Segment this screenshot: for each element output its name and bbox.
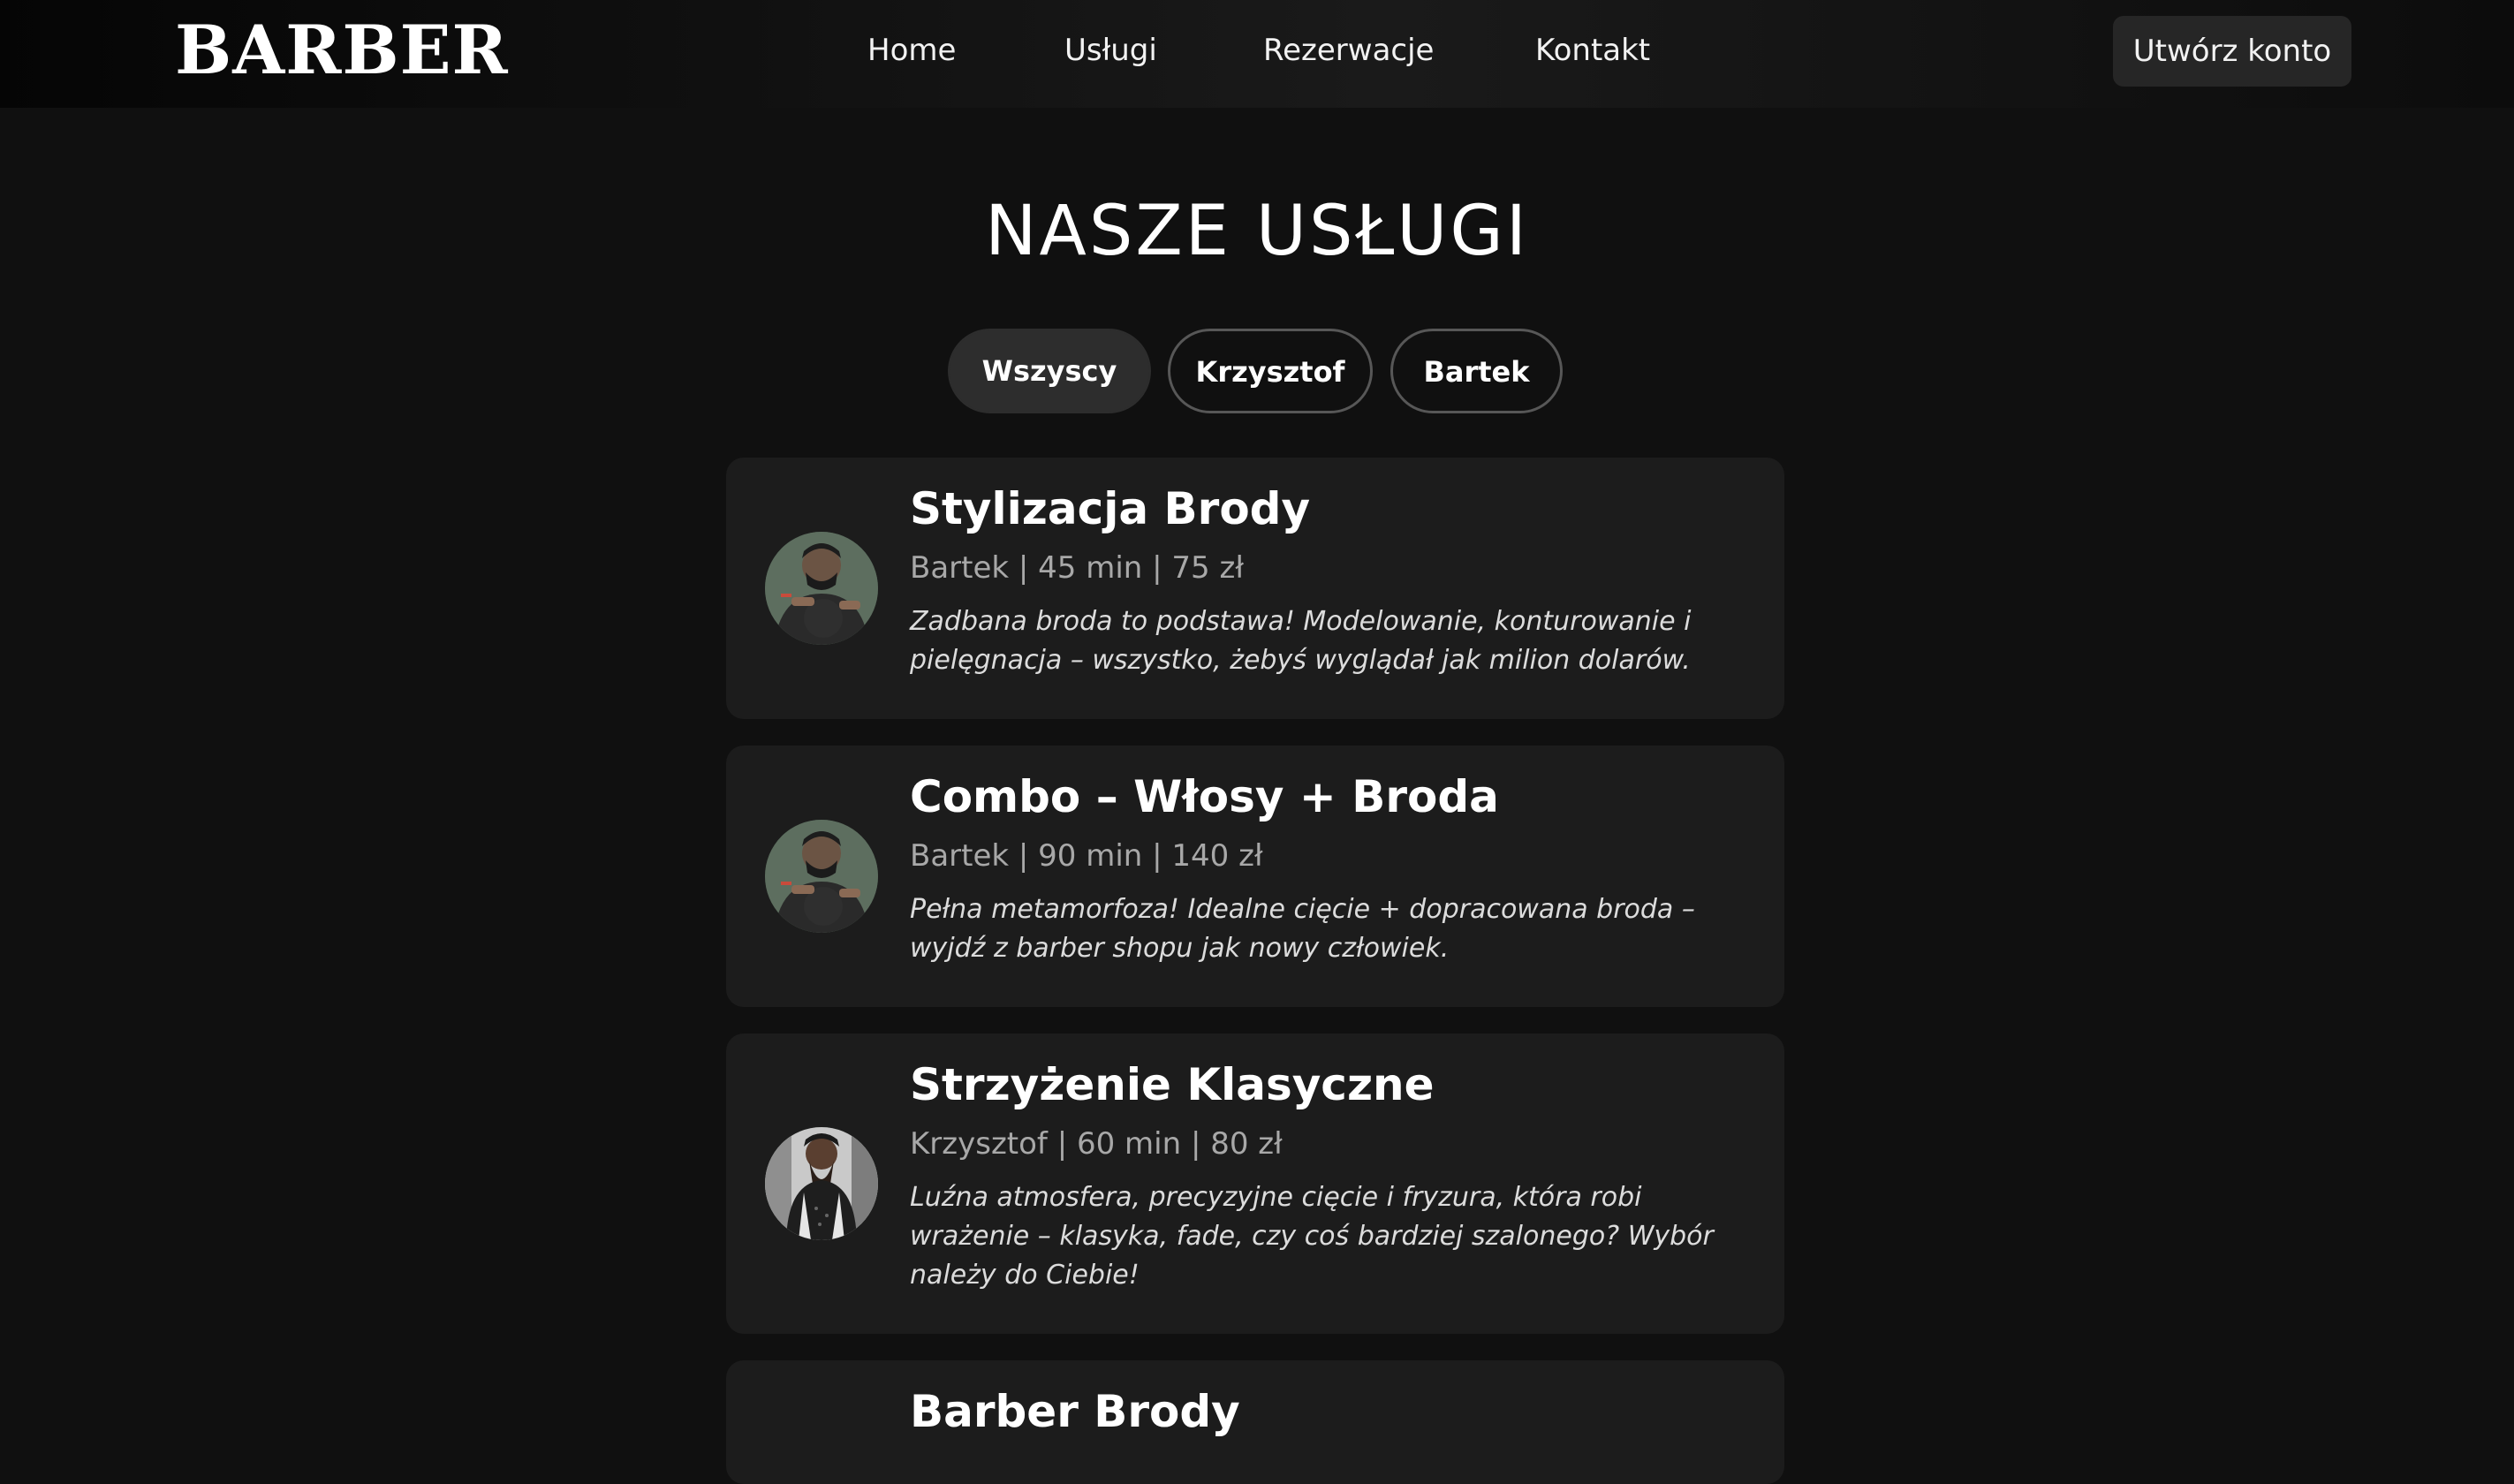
filter-bartek-button[interactable]: Bartek	[1390, 329, 1563, 413]
filter-all-button[interactable]: Wszyscy	[948, 329, 1151, 413]
barber-bartek-photo-icon	[765, 532, 878, 645]
create-account-button[interactable]: Utwórz konto	[2113, 16, 2351, 87]
service-card[interactable]: Strzyżenie Klasyczne Krzysztof | 60 min …	[726, 1034, 1784, 1334]
barber-bartek-avatar	[765, 532, 878, 645]
service-card[interactable]: Combo – Włosy + Broda Bartek | 90 min | …	[726, 746, 1784, 1007]
nav-link-rezerwacje[interactable]: Rezerwacje	[1263, 30, 1434, 71]
service-title: Strzyżenie Klasyczne	[910, 1059, 1435, 1110]
service-card-body: Stylizacja Brody Bartek | 45 min | 75 zł…	[910, 481, 1758, 680]
service-card-body: Barber Brody	[910, 1383, 1758, 1440]
service-meta: Bartek | 90 min | 140 zł	[910, 838, 1263, 874]
nav-link-kontakt[interactable]: Kontakt	[1535, 30, 1650, 71]
service-description: Pełna metamorfoza! Idealne cięcie + dopr…	[910, 894, 1695, 964]
page-title: NASZE USŁUGI	[985, 192, 1529, 271]
barber-filter-group: Wszyscy Krzysztof Bartek	[0, 329, 2514, 413]
service-meta: Bartek | 45 min | 75 zł	[910, 550, 1244, 586]
top-navbar: BARBER Home Usługi Rezerwacje Kontakt Ut…	[0, 0, 2514, 108]
service-card[interactable]: Barber Brody	[726, 1360, 1784, 1484]
service-description: Luźna atmosfera, precyzyjne cięcie i fry…	[910, 1182, 1714, 1291]
service-description: Zadbana broda to podstawa! Modelowanie, …	[910, 606, 1692, 676]
service-meta: Krzysztof | 60 min | 80 zł	[910, 1126, 1283, 1162]
service-title: Barber Brody	[910, 1386, 1240, 1437]
service-title: Combo – Włosy + Broda	[910, 771, 1499, 822]
nav-link-home[interactable]: Home	[867, 30, 956, 71]
filter-krzysztof-button[interactable]: Krzysztof	[1168, 329, 1373, 413]
nav-link-uslugi[interactable]: Usługi	[1064, 30, 1157, 71]
service-card[interactable]: Stylizacja Brody Bartek | 45 min | 75 zł…	[726, 458, 1784, 719]
service-card-body: Strzyżenie Klasyczne Krzysztof | 60 min …	[910, 1056, 1758, 1295]
barber-bartek-photo-icon	[765, 820, 878, 933]
service-card-body: Combo – Włosy + Broda Bartek | 90 min | …	[910, 768, 1758, 968]
service-title: Stylizacja Brody	[910, 483, 1311, 534]
barber-bartek-avatar	[765, 820, 878, 933]
barber-krzysztof-photo-icon	[765, 1127, 878, 1240]
barber-krzysztof-avatar	[765, 1127, 878, 1240]
